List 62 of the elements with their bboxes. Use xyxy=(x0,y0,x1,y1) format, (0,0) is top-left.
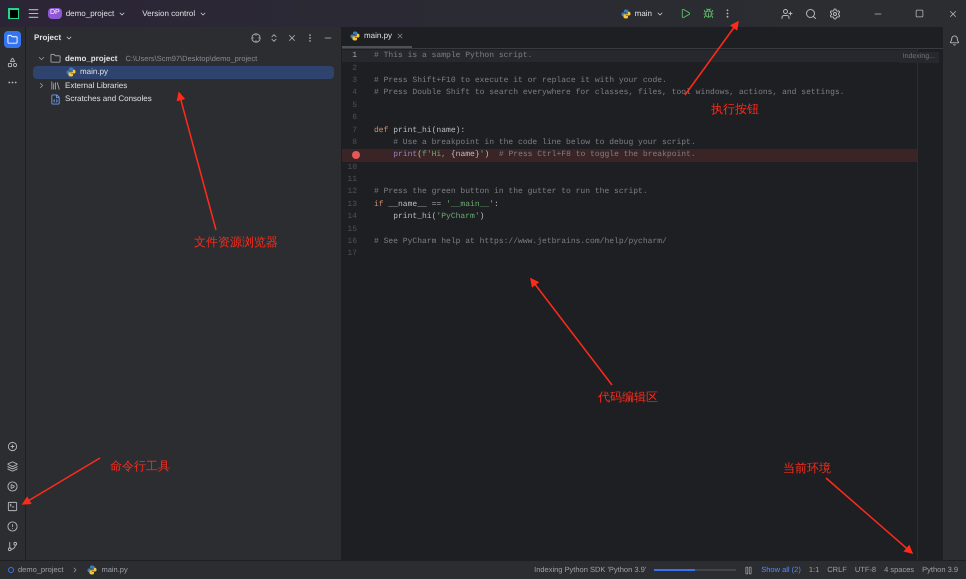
version-control-menu[interactable]: Version control xyxy=(142,8,208,20)
problems-icon[interactable] xyxy=(7,521,18,532)
folder-icon xyxy=(7,34,18,45)
breakpoint-icon[interactable] xyxy=(352,151,360,160)
locate-icon[interactable] xyxy=(251,33,261,43)
project-name: demo_project xyxy=(66,8,114,20)
python-icon xyxy=(620,8,631,18)
restore-icon[interactable] xyxy=(915,9,924,18)
menu-icon[interactable] xyxy=(27,7,40,20)
run-tool-icon[interactable] xyxy=(7,481,18,492)
code-line: print(f'Hi, {name}') # Press Ctrl+F8 to toggle the breakpoint. xyxy=(392,149,696,162)
code-line: print_hi('PyCharm') xyxy=(392,211,484,224)
annotation-label: 文件资源浏览器 xyxy=(194,234,278,251)
python-icon xyxy=(66,67,76,77)
code-line: # Press the green button in the gutter to run the script. xyxy=(373,186,648,198)
tree-item[interactable]: Scratches and Consoles xyxy=(33,92,334,106)
git-branch-icon[interactable] xyxy=(7,541,18,552)
chevron-right-icon[interactable] xyxy=(37,81,46,90)
code-line: if __name__ == '__main__': xyxy=(373,198,499,211)
structure-icon[interactable] xyxy=(7,57,18,68)
scratch-icon xyxy=(50,94,61,104)
code-line: # See PyCharm help at https://www.jetbrains.com/help/pycharm/ xyxy=(373,236,667,248)
annotation-label: 代码编辑区 xyxy=(598,389,658,406)
search-icon[interactable] xyxy=(805,8,817,20)
python-icon xyxy=(87,565,98,575)
settings-icon[interactable] xyxy=(829,8,841,20)
close-icon[interactable] xyxy=(396,32,404,40)
folder-icon xyxy=(50,53,61,64)
expand-collapse-icon[interactable] xyxy=(269,33,279,43)
annotation-label: 命令行工具 xyxy=(110,458,170,475)
close-icon[interactable] xyxy=(287,33,297,43)
run-icon[interactable] xyxy=(680,8,691,19)
tree-item-label: demo_project xyxy=(65,52,118,64)
editor-tab[interactable]: main.py xyxy=(342,26,412,48)
tree-item[interactable]: main.py xyxy=(33,66,334,78)
chevron-down-icon[interactable] xyxy=(37,54,46,63)
project-tool-button[interactable] xyxy=(4,31,21,48)
code-line: def print_hi(name): xyxy=(373,124,466,137)
chevron-down-icon xyxy=(65,34,74,42)
code-line: # This is a sample Python script. xyxy=(373,50,532,62)
debug-icon[interactable] xyxy=(703,8,714,19)
code-line: # Press Shift+F10 to execute it or replace it with your code. xyxy=(373,74,667,87)
annotation-label: 当前环境 xyxy=(783,460,831,477)
notifications-icon[interactable] xyxy=(949,35,960,46)
line-number: 1 xyxy=(352,50,357,62)
pause-icon[interactable] xyxy=(744,566,754,574)
layers-icon[interactable] xyxy=(7,461,18,472)
app-logo-icon xyxy=(8,8,19,19)
library-icon xyxy=(50,80,61,91)
tree-item-label: External Libraries xyxy=(65,80,128,92)
tree-item[interactable]: External Libraries xyxy=(33,79,334,92)
python-icon xyxy=(350,31,360,41)
panel-title[interactable]: Project xyxy=(34,32,74,44)
tree-item-label: main.py xyxy=(80,66,108,78)
annotation-label: 执行按钮 xyxy=(711,101,759,118)
tab-label: main.py xyxy=(364,30,392,42)
run-config-selector[interactable]: main xyxy=(620,8,664,20)
code-line: # Use a breakpoint in the code line below to debug your script. xyxy=(392,136,696,149)
tree-item-label: Scratches and Consoles xyxy=(65,93,152,105)
add-user-icon[interactable] xyxy=(781,8,793,20)
close-icon[interactable] xyxy=(948,8,958,18)
terminal-icon[interactable] xyxy=(7,501,18,512)
